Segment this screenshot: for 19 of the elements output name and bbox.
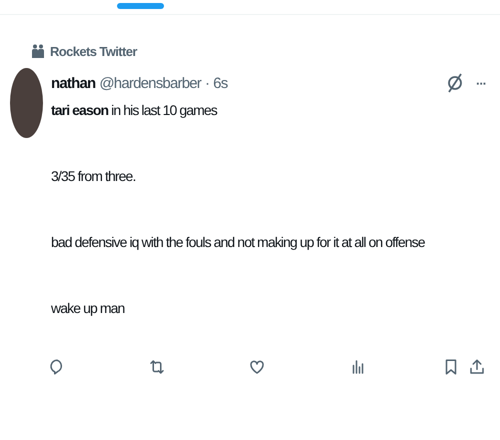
author-handle[interactable]: @hardensbarber [99,74,201,92]
slashed-circle-icon[interactable] [446,72,464,94]
share-icon [468,358,486,376]
post-paragraph: bad defensive iq with the fouls and not making up for it at all on offense [51,233,426,252]
more-button[interactable]: ··· [476,76,486,90]
share-button[interactable] [468,358,486,376]
post-time[interactable]: 6s [213,74,228,92]
post-paragraph: wake up man [51,299,126,318]
heart-icon [248,358,266,376]
author-name[interactable]: nathan [51,74,96,92]
people-icon [31,44,45,58]
like-button[interactable] [248,358,266,376]
tab-indicator [117,3,164,9]
post-paragraph: 3/35 from three. [51,167,136,186]
separator-dot: · [204,74,210,92]
post-paragraph: tari eason in his last 10 games [51,101,218,120]
repost-button[interactable] [148,358,166,376]
repost-icon [148,358,166,376]
community-name[interactable]: Rockets Twitter [50,44,137,58]
